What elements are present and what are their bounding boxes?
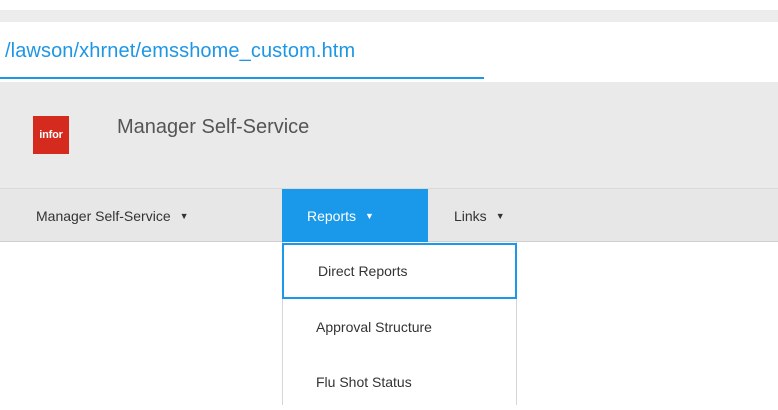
browser-top-strip [0,0,778,22]
menu-item-label: Approval Structure [316,319,432,335]
page-title: Manager Self-Service [117,116,310,138]
caret-down-icon: ▼ [179,210,189,221]
nav-reports-label: Reports [307,207,357,224]
browser-chrome-edge [0,10,778,22]
menu-item-label: Flu Shot Status [316,374,412,390]
app-header: infor Manager Self-Service [0,82,778,189]
menu-item-direct-reports[interactable]: Direct Reports [282,243,517,299]
logo-text: infor [39,129,63,141]
nav-links-label: Links [454,207,487,224]
menu-item-flu-shot-status[interactable]: Flu Shot Status [283,354,516,410]
menu-item-approval-structure[interactable]: Approval Structure [283,299,516,355]
address-focus-underline [0,77,484,79]
nav-links[interactable]: Links ▼ [454,189,505,242]
reports-dropdown-menu: Direct Reports Approval Structure Flu Sh… [282,242,517,405]
infor-logo: infor [33,116,69,154]
nav-manager-self-service-label: Manager Self-Service [36,207,171,224]
address-bar[interactable]: /lawson/xhrnet/emsshome_custom.htm [0,22,778,82]
main-navbar: Manager Self-Service ▼ Reports ▼ Links ▼ [0,189,778,242]
caret-down-icon: ▼ [495,210,505,221]
nav-reports[interactable]: Reports ▼ [282,189,428,242]
nav-manager-self-service[interactable]: Manager Self-Service ▼ [36,189,189,242]
caret-down-icon: ▼ [365,210,374,221]
menu-item-label: Direct Reports [318,263,408,279]
address-url[interactable]: /lawson/xhrnet/emsshome_custom.htm [5,40,355,63]
